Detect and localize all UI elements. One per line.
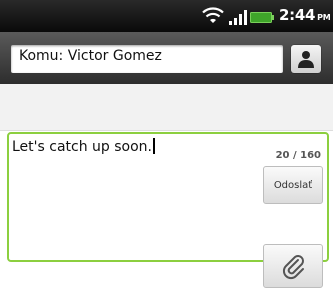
recipient-field[interactable]: Komu: Victor Gomez bbox=[11, 45, 283, 73]
clock: 2:44 PM bbox=[279, 6, 331, 24]
message-thread-area bbox=[0, 84, 333, 131]
battery-icon bbox=[250, 12, 274, 23]
contact-picker-button[interactable] bbox=[291, 45, 321, 73]
clock-ampm: PM bbox=[317, 13, 331, 22]
send-button[interactable]: Odoslať bbox=[263, 166, 323, 204]
wifi-icon bbox=[202, 7, 224, 23]
attach-button[interactable] bbox=[263, 244, 323, 288]
character-counter: 20 / 160 bbox=[275, 150, 321, 161]
recipient-bar: Komu: Victor Gomez bbox=[0, 32, 333, 84]
person-icon bbox=[298, 51, 314, 68]
text-cursor bbox=[153, 138, 155, 154]
message-text: Let's catch up soon. bbox=[12, 139, 152, 155]
paperclip-icon bbox=[282, 255, 304, 280]
clock-time: 2:44 bbox=[279, 6, 316, 24]
compose-box[interactable]: Let's catch up soon. 20 / 160 Odoslať bbox=[7, 132, 329, 288]
status-bar: 2:44 PM bbox=[0, 0, 333, 32]
message-input[interactable]: Let's catch up soon. bbox=[12, 138, 155, 155]
signal-icon bbox=[229, 10, 247, 25]
